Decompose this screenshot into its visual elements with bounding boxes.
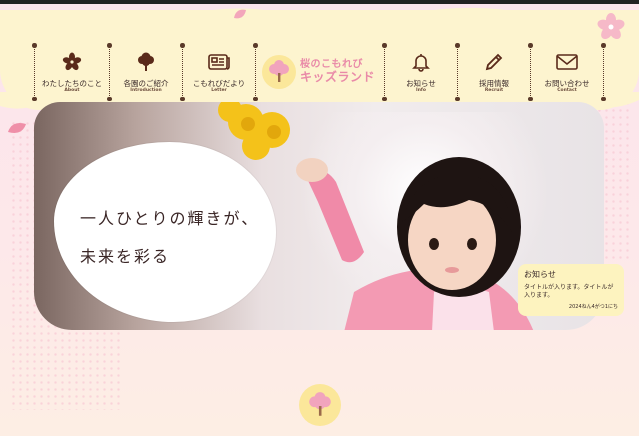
mail-icon bbox=[555, 50, 579, 74]
hero-headline-line1: 一人ひとりの輝きが、 bbox=[80, 209, 260, 228]
nav-sublabel: Introduction bbox=[130, 87, 162, 93]
news-card-date: 2024ねん4がつ1にち bbox=[568, 304, 618, 310]
nav-separator bbox=[253, 43, 258, 101]
nav-item-introduction[interactable]: 各園のご紹介 Introduction bbox=[110, 44, 182, 100]
hero-headline-line2: 未来を彩る bbox=[80, 247, 171, 266]
logo-tree-icon bbox=[262, 55, 296, 89]
nav-label: 採用情報 bbox=[479, 79, 509, 89]
nav-sublabel: Info bbox=[416, 87, 426, 93]
pen-icon bbox=[482, 50, 506, 74]
sakura-corner-icon bbox=[597, 13, 625, 40]
nav-sublabel: Recruit bbox=[484, 87, 504, 93]
nav-item-info[interactable]: お知らせ Info bbox=[385, 44, 457, 100]
hero-speech-bubble: 一人ひとりの輝きが、 未来を彩る bbox=[54, 142, 276, 322]
nav-sublabel: Contact bbox=[557, 87, 577, 93]
petal-icon bbox=[8, 123, 26, 133]
newspaper-icon bbox=[207, 50, 231, 74]
tree-icon bbox=[134, 50, 158, 74]
nav-item-about[interactable]: わたしたちのこと About bbox=[35, 44, 109, 100]
nav-item-contact[interactable]: お問い合わせ Contact bbox=[531, 44, 603, 100]
nav-item-letter[interactable]: こもれびだより Letter bbox=[183, 44, 255, 100]
petal-icon bbox=[234, 9, 246, 19]
nav-label: こもれびだより bbox=[192, 79, 246, 89]
nav-label: 各園のご紹介 bbox=[123, 79, 169, 89]
nav-label: わたしたちのこと bbox=[42, 79, 102, 89]
nav-label: お知らせ bbox=[406, 79, 436, 89]
footer-logo-icon[interactable] bbox=[299, 384, 341, 426]
nav-item-recruit[interactable]: 採用情報 Recruit bbox=[458, 44, 530, 100]
news-card[interactable]: お知らせ タイトルが入ります。タイトルが入ります。 2024ねん4がつ1にち bbox=[518, 264, 624, 316]
nav-sublabel: Letter bbox=[211, 87, 227, 93]
nav-separator bbox=[601, 43, 606, 101]
logo-text-line2: キッズランド bbox=[300, 69, 376, 84]
sakura-icon bbox=[60, 50, 84, 74]
main-nav: わたしたちのこと About 各園のご紹介 Introduction こもれびだ… bbox=[32, 43, 606, 101]
nav-label: お問い合わせ bbox=[544, 79, 590, 89]
bell-icon bbox=[409, 50, 433, 74]
news-card-body: タイトルが入ります。タイトルが入ります。 bbox=[524, 284, 614, 300]
site-logo[interactable]: 桜のこもれび キッズランド bbox=[256, 44, 384, 100]
news-card-title: お知らせ bbox=[524, 270, 556, 279]
nav-sublabel: About bbox=[64, 87, 80, 93]
